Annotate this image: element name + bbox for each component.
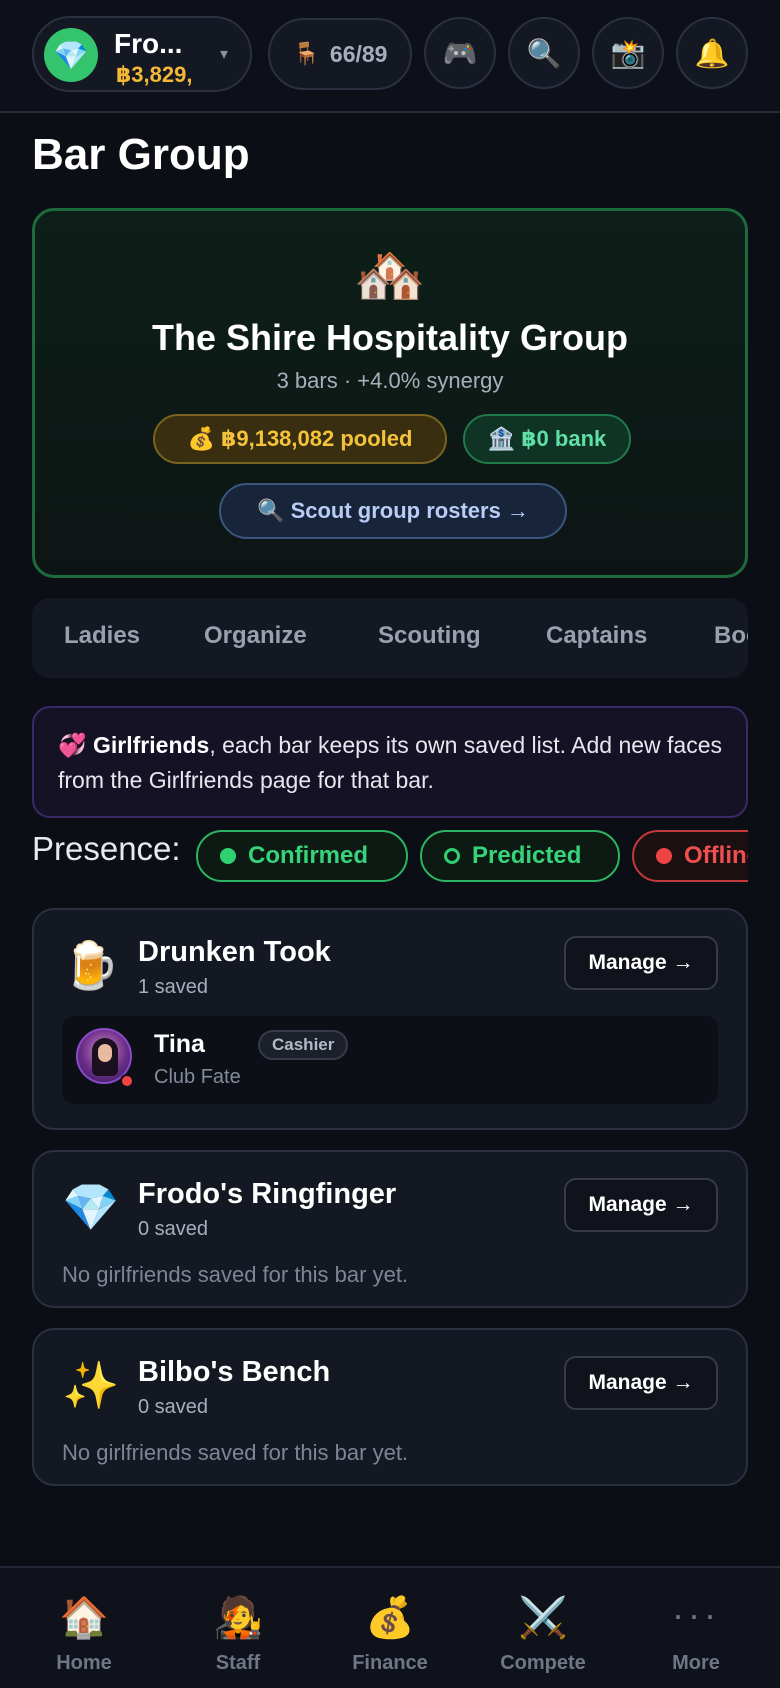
- page-title: Bar Group: [32, 130, 250, 179]
- empty-state-text: No girlfriends saved for this bar yet.: [62, 1440, 409, 1465]
- predicted-label: Predicted: [472, 842, 582, 869]
- offline-status-icon: [120, 1074, 134, 1088]
- diamond-icon: 💎: [44, 28, 98, 82]
- bar-name: Drunken Took: [138, 936, 331, 968]
- group-subtitle: 3 bars · +4.0% synergy: [276, 368, 504, 393]
- offline-label: Offline: [684, 842, 748, 869]
- chair-icon: 🪑: [292, 41, 320, 67]
- account-name: Fro...: [114, 28, 183, 59]
- scout-rosters-button[interactable]: 🔍 Scout group rosters →: [219, 483, 567, 539]
- presence-confirmed-chip[interactable]: Confirmed: [196, 830, 408, 882]
- bar-name: Frodo's Ringfinger: [138, 1178, 397, 1210]
- presence-predicted-chip[interactable]: Predicted: [420, 830, 620, 882]
- tab-ladies[interactable]: Ladies: [64, 622, 140, 650]
- presence-label: Presence:: [32, 830, 181, 867]
- home-icon: 🏠: [59, 1595, 109, 1641]
- account-balance: ฿3,829,: [116, 62, 193, 87]
- bar-card: 💎 Frodo's Ringfinger 0 saved Manage → No…: [32, 1150, 748, 1308]
- chevron-down-icon: ▾: [220, 46, 229, 63]
- presence-filters: Confirmed Predicted Offline: [196, 830, 748, 884]
- manage-button[interactable]: Manage →: [564, 936, 718, 990]
- offline-dot-icon: [656, 848, 672, 864]
- seats-value: 66/89: [329, 40, 388, 67]
- camera-icon[interactable]: 📸: [592, 17, 664, 89]
- nav-label: Home: [56, 1652, 112, 1674]
- confirmed-label: Confirmed: [248, 842, 368, 869]
- pooled-funds-badge: 💰 ฿9,138,082 pooled: [153, 414, 447, 464]
- section-tabs: Ladies Organize Scouting Captains Boo: [32, 598, 748, 678]
- confirmed-dot-icon: [220, 848, 236, 864]
- tab-organize[interactable]: Organize: [204, 622, 307, 650]
- diamond-icon: 💎: [62, 1180, 120, 1234]
- info-bold: Girlfriends: [93, 732, 210, 758]
- empty-state-text: No girlfriends saved for this bar yet.: [62, 1262, 409, 1287]
- girlfriends-info-banner: 💞 Girlfriends, each bar keeps its own sa…: [32, 706, 748, 818]
- saved-count: 1 saved: [138, 976, 209, 998]
- sparkles-icon: ✨: [62, 1358, 120, 1412]
- nav-more[interactable]: ··· More: [618, 1568, 774, 1688]
- bell-icon[interactable]: 🔔: [676, 17, 748, 89]
- group-name: The Shire Hospitality Group: [151, 317, 629, 358]
- bar-card: ✨ Bilbo's Bench 0 saved Manage → No girl…: [32, 1328, 748, 1486]
- account-switcher[interactable]: 💎 Fro... ฿3,829, ▾: [32, 16, 252, 92]
- staff-icon: 🧑‍🎤: [213, 1595, 263, 1641]
- nav-label: More: [672, 1652, 720, 1674]
- nav-home[interactable]: 🏠 Home: [6, 1568, 162, 1688]
- predicted-ring-icon: [444, 848, 460, 864]
- bar-name: Bilbo's Bench: [138, 1356, 331, 1388]
- tab-captains[interactable]: Captains: [546, 622, 647, 650]
- role-badge: Cashier: [258, 1030, 349, 1060]
- bottom-navigation: 🏠 Home 🧑‍🎤 Staff 💰 Finance ⚔️ Compete ··…: [0, 1566, 780, 1688]
- nav-compete[interactable]: ⚔️ Compete: [465, 1568, 621, 1688]
- nav-staff[interactable]: 🧑‍🎤 Staff: [160, 1568, 316, 1688]
- girlfriend-name: Tina: [154, 1030, 205, 1058]
- bar-card: 🍺 Drunken Took 1 saved Manage → Tina Cas…: [32, 908, 748, 1130]
- girlfriend-club: Club Fate: [154, 1066, 241, 1088]
- nav-label: Staff: [215, 1652, 261, 1674]
- manage-button[interactable]: Manage →: [564, 1356, 718, 1410]
- presence-offline-chip[interactable]: Offline: [632, 830, 748, 882]
- saved-count: 0 saved: [138, 1218, 209, 1240]
- group-summary-card: 🏘️ The Shire Hospitality Group 3 bars · …: [32, 208, 748, 578]
- beer-icon: 🍺: [62, 938, 120, 992]
- more-icon: ···: [672, 1594, 720, 1635]
- top-bar: 💎 Fro... ฿3,829, ▾ 🪑 66/89 🎮 🔍 📸 🔔: [0, 0, 780, 113]
- manage-button[interactable]: Manage →: [564, 1178, 718, 1232]
- gamepad-icon[interactable]: 🎮: [424, 17, 496, 89]
- nav-label: Finance: [352, 1652, 428, 1674]
- bank-badge: 🏦 ฿0 bank: [463, 414, 631, 464]
- hearts-icon: 💞: [58, 733, 87, 759]
- search-icon[interactable]: 🔍: [508, 17, 580, 89]
- nav-finance[interactable]: 💰 Finance: [312, 1568, 468, 1688]
- saved-count: 0 saved: [138, 1396, 209, 1418]
- seats-counter[interactable]: 🪑 66/89: [268, 18, 412, 90]
- money-bag-icon: 💰: [365, 1595, 415, 1641]
- tab-scouting[interactable]: Scouting: [378, 622, 481, 650]
- tab-bookings[interactable]: Boo: [714, 622, 748, 650]
- swords-icon: ⚔️: [518, 1595, 568, 1641]
- houses-icon: 🏘️: [353, 241, 427, 309]
- girlfriend-row[interactable]: Tina Cashier Club Fate: [62, 1016, 718, 1104]
- nav-label: Compete: [500, 1652, 586, 1674]
